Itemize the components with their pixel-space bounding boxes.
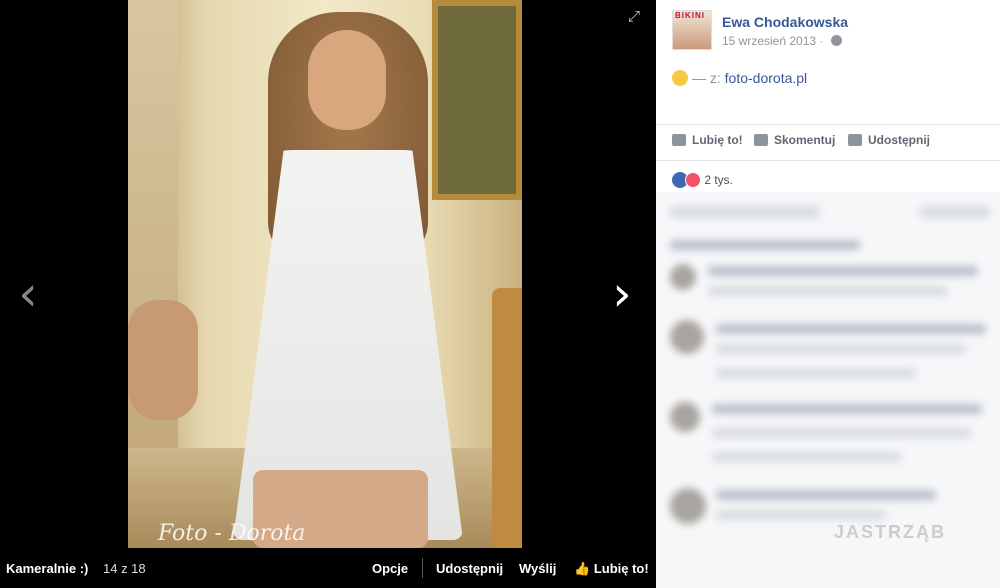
like-button[interactable]: 👍 Lubię to!	[574, 561, 649, 577]
blurred-avatar	[670, 402, 700, 432]
caption-prefix: — z:	[692, 70, 725, 86]
photo-hand	[128, 300, 198, 420]
divider	[656, 160, 1000, 161]
photo-bottom-bar: Kameralnie :) 14 z 18 Opcje Udostępnij W…	[0, 548, 656, 588]
post-sidebar: BIKINI Ewa Chodakowska 15 wrzesień 2013 …	[656, 0, 1000, 588]
comment-icon	[754, 134, 768, 146]
post-date[interactable]: 15 wrzesień 2013 ·	[722, 34, 823, 48]
blurred-text	[716, 344, 966, 354]
blurred-text	[920, 206, 990, 218]
divider	[422, 558, 423, 578]
avatar[interactable]: BIKINI	[672, 10, 712, 50]
blurred-text	[712, 452, 902, 462]
photo-watermark: Foto - Dorota	[158, 521, 306, 546]
reactions-summary[interactable]: 2 tys.	[672, 172, 733, 188]
blurred-text	[716, 368, 916, 378]
expand-icon[interactable]: ⤢	[624, 8, 644, 28]
corner-watermark: JASTRZĄB	[834, 522, 947, 542]
post-actions: Lubię to! Skomentuj Udostępnij	[656, 124, 1000, 160]
send-button[interactable]: Wyślij	[519, 561, 556, 576]
blurred-avatar	[670, 320, 704, 354]
photo-chair	[492, 288, 522, 548]
blurred-text	[708, 286, 948, 296]
author-name[interactable]: Ewa Chodakowska	[722, 14, 848, 30]
smile-emoji-icon	[672, 70, 688, 86]
blurred-avatar	[670, 264, 696, 290]
photo-painting	[432, 0, 522, 200]
comments-section: JASTRZĄB	[656, 192, 1000, 588]
caption-link[interactable]: foto-dorota.pl	[725, 70, 808, 86]
post-caption: — z: foto-dorota.pl	[672, 70, 807, 86]
globe-icon	[831, 35, 842, 46]
like-label: Lubię to!	[593, 561, 649, 576]
share-action-label: Udostępnij	[868, 133, 930, 147]
photo: Foto - Dorota	[128, 0, 522, 548]
reactions-count: 2 tys.	[704, 173, 734, 187]
options-button[interactable]: Opcje	[372, 561, 408, 576]
thumbs-up-icon: 👍	[574, 561, 591, 576]
thumbs-up-icon	[672, 134, 686, 146]
share-action[interactable]: Udostępnij	[848, 133, 930, 147]
avatar-logo-text: BIKINI	[675, 11, 705, 20]
photo-counter: 14 z 18	[103, 561, 146, 576]
album-title[interactable]: Kameralnie :)	[6, 561, 88, 576]
blurred-text	[712, 428, 972, 438]
blurred-text	[670, 240, 860, 250]
share-button[interactable]: Udostępnij	[436, 561, 503, 576]
comment-action[interactable]: Skomentuj	[754, 133, 835, 147]
blurred-text	[716, 324, 986, 334]
blurred-text	[716, 510, 886, 520]
share-icon	[848, 134, 862, 146]
photo-face	[308, 30, 386, 130]
comment-action-label: Skomentuj	[774, 133, 836, 147]
blurred-avatar	[670, 488, 706, 524]
previous-photo-button[interactable]: ‹	[8, 268, 48, 320]
like-action[interactable]: Lubię to!	[672, 133, 743, 147]
next-photo-button[interactable]: ›	[602, 268, 642, 320]
blurred-text	[670, 206, 820, 218]
love-reaction-icon	[685, 172, 701, 188]
blurred-text	[716, 490, 936, 500]
blurred-text	[708, 266, 978, 276]
blurred-text	[712, 404, 982, 414]
photo-viewer: Foto - Dorota ‹ › ⤢ Kameralnie :) 14 z 1…	[0, 0, 656, 588]
like-action-label: Lubię to!	[692, 133, 743, 147]
